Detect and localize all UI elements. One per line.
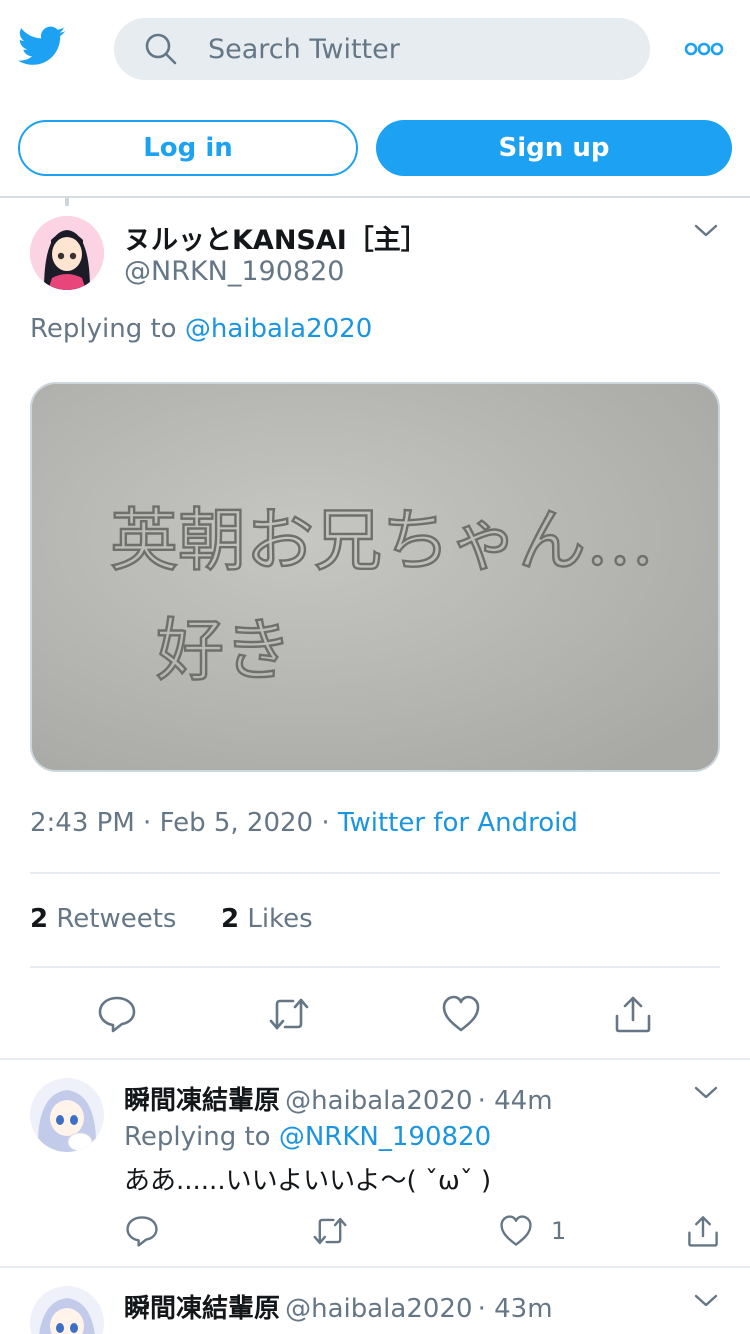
like-count: 1 <box>551 1217 567 1245</box>
chevron-down-icon[interactable] <box>692 222 720 240</box>
meta-separator: · <box>143 808 160 838</box>
reply-text: ああ......いいよいいよ～( ˇωˇ ) <box>124 1166 492 1196</box>
search-bar[interactable]: Search Twitter <box>114 18 650 80</box>
search-icon <box>144 32 178 66</box>
mention-link[interactable]: @haibala2020 <box>185 314 372 344</box>
reply-age[interactable]: 43m <box>494 1294 552 1324</box>
reply-header: 瞬間凍結輩原 @haibala2020 · 43m <box>124 1288 553 1325</box>
retweet-icon[interactable] <box>268 994 309 1034</box>
display-name[interactable]: 瞬間凍結輩原 <box>124 1086 280 1116</box>
search-input[interactable]: Search Twitter <box>208 34 400 65</box>
divider <box>0 1058 750 1060</box>
tweet-meta: 2:43 PM · Feb 5, 2020 · Twitter for Andr… <box>30 808 578 838</box>
avatar[interactable] <box>30 1078 104 1152</box>
tweet-date[interactable]: Feb 5, 2020 <box>160 808 314 838</box>
replying-to-line: Replying to @haibala2020 <box>30 314 372 344</box>
replying-label: Replying to <box>124 1122 271 1152</box>
handle[interactable]: @NRKN_190820 <box>124 256 344 287</box>
chevron-down-icon[interactable] <box>692 1084 720 1102</box>
reply-icon[interactable] <box>125 1214 159 1248</box>
mention-link[interactable]: @NRKN_190820 <box>279 1122 491 1152</box>
meta-separator: · <box>321 808 338 838</box>
header-divider <box>0 196 750 198</box>
login-button[interactable]: Log in <box>18 120 358 176</box>
divider <box>30 966 720 968</box>
retweet-icon[interactable] <box>312 1214 347 1248</box>
meta-separator: · <box>477 1294 495 1324</box>
chevron-down-icon[interactable] <box>692 1292 720 1310</box>
tweet-time[interactable]: 2:43 PM <box>30 808 135 838</box>
handle[interactable]: @haibala2020 <box>285 1086 472 1116</box>
display-name[interactable]: 瞬間凍結輩原 <box>124 1294 280 1324</box>
handle[interactable]: @haibala2020 <box>285 1294 472 1324</box>
tweet-source[interactable]: Twitter for Android <box>338 808 578 838</box>
divider <box>0 1266 750 1268</box>
retweets-stat[interactable]: 2 Retweets <box>30 904 185 934</box>
likes-label: Likes <box>247 904 313 934</box>
replying-label: Replying to <box>30 314 177 344</box>
like-icon[interactable] <box>499 1214 533 1248</box>
share-icon[interactable] <box>686 1214 720 1248</box>
reply-icon[interactable] <box>97 994 137 1034</box>
reply-header: 瞬間凍結輩原 @haibala2020 · 44m <box>124 1080 553 1117</box>
likes-count: 2 <box>220 904 240 934</box>
avatar[interactable] <box>30 216 104 290</box>
like-icon[interactable] <box>441 994 481 1034</box>
tweet-stats: 2 Retweets 2 Likes <box>30 904 313 934</box>
more-dots-icon[interactable] <box>684 40 724 58</box>
share-icon[interactable] <box>613 994 653 1034</box>
retweets-label: Retweets <box>56 904 177 934</box>
meta-separator: · <box>477 1086 495 1116</box>
thread-line <box>65 198 69 206</box>
avatar[interactable] <box>30 1286 104 1334</box>
reply-age[interactable]: 44m <box>494 1086 552 1116</box>
media-handwriting-line1: 英朝お兄ちゃん… <box>110 502 654 581</box>
signup-button[interactable]: Sign up <box>376 120 732 176</box>
media-handwriting-line2: 好き <box>156 612 292 691</box>
twitter-logo-icon[interactable] <box>18 26 66 70</box>
replying-to-line: Replying to @NRKN_190820 <box>124 1122 491 1152</box>
retweets-count: 2 <box>30 904 49 934</box>
likes-stat[interactable]: 2 Likes <box>221 904 313 934</box>
divider <box>30 872 720 874</box>
display-name[interactable]: ヌルッとKANSAI［主］ <box>124 218 428 257</box>
tweet-media-image[interactable]: 英朝お兄ちゃん… 好き <box>30 382 720 772</box>
